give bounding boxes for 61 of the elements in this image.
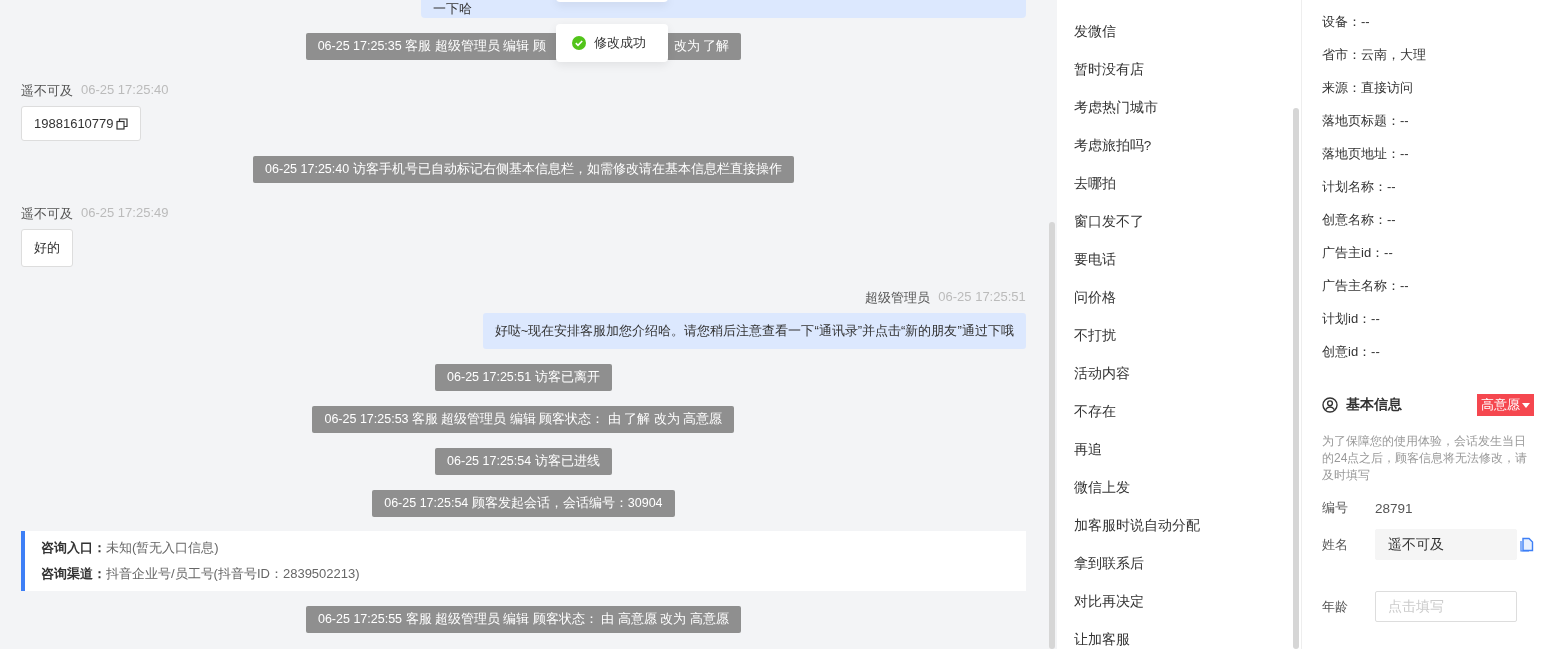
field-label: 年龄 [1322,597,1349,616]
info-row: 落地页标题：-- [1322,113,1409,128]
user-icon [1322,397,1338,413]
system-message: 06-25 17:25:54 访客已进线 [435,448,612,475]
system-message: 06-25 17:25:53 客服 超级管理员 编辑 顾客状态： 由 了解 改为 高意愿 [312,406,735,433]
field-label: 姓名 [1322,535,1349,554]
quick-reply-item[interactable]: 考虑热门城市 [1073,98,1292,117]
message-bubble: 一下哈 [420,0,1026,18]
scrollbar[interactable] [1293,108,1300,649]
sender-name: 遥不可及 [21,205,73,223]
sender-name: 超级管理员 [865,289,931,307]
status-dropdown[interactable]: 高意愿 [1477,394,1534,416]
message-time: 06-25 17:25:51 [938,289,1026,306]
field-label: 编号 [1322,499,1349,517]
name-field[interactable]: 遥不可及 [1375,529,1517,560]
notice-text: 为了保障您的使用体验，会话发生当日的24点之后，顾客信息将无法修改，请及时填写 [1322,433,1529,484]
system-message: 06-25 17:25:51 访客已离开 [435,364,612,391]
message-bubble: 好的 [21,229,73,267]
entry-info: 咨询渠道：抖音企业号/员工号(抖音号ID：2839502213) [41,565,361,583]
quick-reply-item[interactable]: 加客服时说自动分配 [1073,516,1292,535]
quick-reply-item[interactable]: 拿到联系后 [1073,554,1292,573]
quick-reply-item[interactable]: 发微信 [1073,22,1292,41]
quick-reply-item[interactable]: 微信上发 [1073,478,1292,497]
quick-reply-item[interactable]: 活动内容 [1073,364,1292,383]
info-row: 来源：直接访问 [1322,80,1413,95]
info-row: 广告主id：-- [1322,245,1393,260]
quick-reply-item[interactable]: 再追 [1073,440,1292,459]
info-row: 广告主名称：-- [1322,278,1409,293]
quick-reply-item[interactable]: 让加客服 [1073,630,1292,649]
info-row: 创意id：-- [1322,344,1380,359]
success-icon [572,36,586,50]
quick-reply-item[interactable]: 窗口发不了 [1073,212,1292,231]
quick-reply-item[interactable]: 不打扰 [1073,326,1292,345]
quick-reply-item[interactable]: 去哪拍 [1073,174,1292,193]
section-title: 基本信息 [1346,396,1403,414]
message-time: 06-25 17:25:40 [81,82,169,99]
system-message: 06-25 17:25:40 访客手机号已自动标记右侧基本信息栏，如需修改请在基本信息栏直接操作 [253,156,794,183]
info-row: 设备：-- [1322,14,1370,29]
info-row: 计划id：-- [1322,311,1380,326]
quick-reply-item[interactable]: 要电话 [1073,250,1292,269]
quick-reply-item[interactable]: 不存在 [1073,402,1292,421]
scrollbar[interactable] [1048,222,1055,649]
copy-icon[interactable] [115,117,128,130]
system-message: 06-25 17:25:54 顾客发起会话，会话编号：30904 [372,490,675,517]
info-row: 计划名称：-- [1322,179,1396,194]
info-row: 省市：云南，大理 [1322,47,1426,62]
system-message: 06-25 17:25:55 客服 超级管理员 编辑 顾客状态： 由 高意愿 改为 高意愿 [305,606,741,633]
info-row: 落地页地址：-- [1322,146,1409,161]
quick-reply-item[interactable]: 暂时没有店 [1073,60,1292,79]
message-bubble: 好哒~现在安排客服加您介绍哈。请您稍后注意查看一下“通讯录”并点击“新的朋友”通过下哦 [482,313,1026,349]
message-time: 06-25 17:25:49 [81,205,169,222]
quick-reply-item[interactable]: 问价格 [1073,288,1292,307]
caret-icon [1522,402,1530,408]
toast-text: 修改成功 [594,34,646,52]
entry-info: 咨询入口：未知(暂无入口信息) [41,539,220,557]
quick-reply-item[interactable]: 对比再决定 [1073,592,1292,611]
message-bubble: 19881610779 [21,106,141,141]
info-row: 创意名称：-- [1322,212,1396,227]
sender-name: 遥不可及 [21,82,73,100]
field-value: 28791 [1375,500,1413,516]
quick-reply-item[interactable]: 考虑旅拍吗? [1073,136,1292,155]
